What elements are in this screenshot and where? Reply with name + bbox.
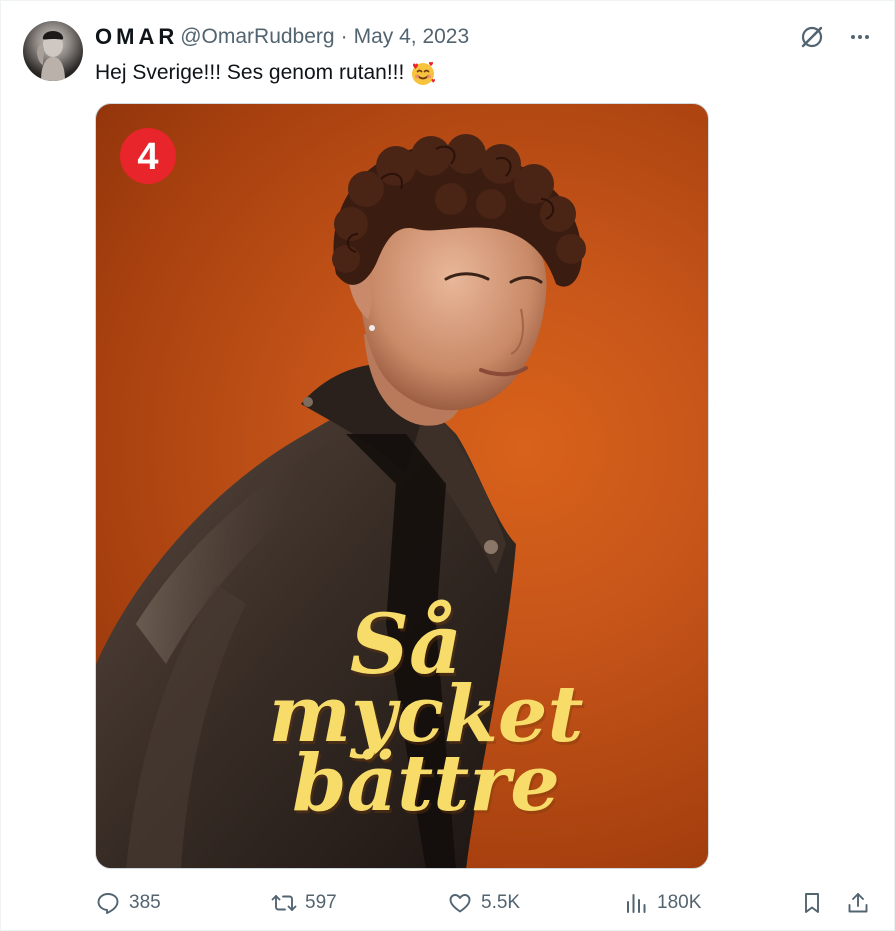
poster-title: Så mycket bättre bbox=[246, 604, 606, 829]
tweet-media-image[interactable]: 4 Så mycket bättre bbox=[95, 103, 709, 869]
like-button[interactable]: 5.5K bbox=[447, 890, 520, 916]
retweet-icon bbox=[271, 890, 297, 916]
tv4-logo-icon: 4 bbox=[120, 128, 176, 184]
analytics-icon bbox=[623, 890, 649, 916]
like-count: 5.5K bbox=[481, 892, 521, 913]
avatar[interactable] bbox=[23, 21, 83, 81]
top-actions bbox=[798, 23, 874, 51]
share-icon bbox=[845, 890, 871, 916]
retweet-count: 597 bbox=[305, 892, 337, 913]
tweet-text: Hej Sverige!!! Ses genom rutan!!! bbox=[95, 59, 436, 87]
tweet-header: OMAR @OmarRudberg · May 4, 2023 bbox=[95, 23, 469, 51]
bookmark-button[interactable] bbox=[799, 890, 833, 916]
reply-icon bbox=[95, 890, 121, 916]
tweet-body: Hej Sverige!!! Ses genom rutan!!! bbox=[95, 61, 405, 84]
views-button[interactable]: 180K bbox=[623, 890, 701, 916]
share-button[interactable] bbox=[845, 890, 879, 916]
smiling-face-with-hearts-icon bbox=[410, 60, 436, 86]
heart-icon bbox=[447, 890, 473, 916]
bookmark-icon bbox=[799, 890, 825, 916]
more-icon[interactable] bbox=[846, 23, 874, 51]
channel-logo-text: 4 bbox=[137, 136, 158, 178]
tweet-date[interactable]: May 4, 2023 bbox=[354, 25, 470, 49]
reply-count: 385 bbox=[129, 892, 161, 913]
views-count: 180K bbox=[657, 892, 702, 913]
reply-button[interactable]: 385 bbox=[95, 890, 161, 916]
display-name[interactable]: OMAR bbox=[95, 24, 178, 50]
retweet-button[interactable]: 597 bbox=[271, 890, 337, 916]
avatar-image bbox=[37, 31, 65, 81]
tweet-card: OMAR @OmarRudberg · May 4, 2023 Hej Sver… bbox=[0, 0, 895, 931]
tweet-actions: 385 597 5.5K 180K bbox=[95, 885, 875, 921]
separator-dot: · bbox=[340, 25, 348, 48]
grok-icon[interactable] bbox=[798, 23, 826, 51]
user-handle[interactable]: @OmarRudberg bbox=[180, 25, 334, 49]
poster-title-line-3: bättre bbox=[292, 737, 560, 829]
